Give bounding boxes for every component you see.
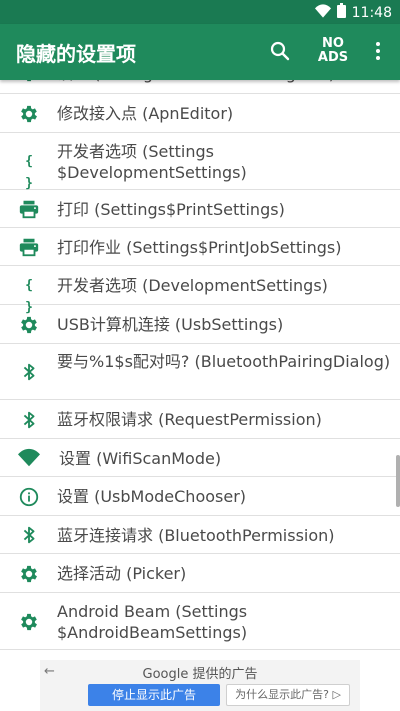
app-bar: 隐藏的设置项 NO ADS — [0, 24, 400, 80]
list-item-label: 修改接入点 (ApnEditor) — [57, 104, 234, 123]
bluetooth-icon — [18, 409, 40, 431]
braces-icon: { } — [25, 278, 33, 315]
list-item[interactable]: 蓝牙权限请求 (RequestPermission) — [0, 400, 400, 439]
status-bar: 11:48 — [0, 0, 400, 24]
list-item[interactable]: 修改接入点 (ApnEditor) — [0, 94, 400, 133]
gear-icon — [18, 611, 40, 633]
list-item[interactable]: 设置 (UsbModeChooser) — [0, 477, 400, 516]
no-ads-line2: ADS — [317, 50, 349, 65]
list-item-label: 设置 (WifiScanMode) — [59, 449, 222, 468]
list-item[interactable]: 设置 (StorageWizardMoveProgress) — [0, 80, 400, 94]
list-item[interactable]: 蓝牙连接请求 (BluetoothPermission) — [0, 516, 400, 554]
list-item-label: 蓝牙连接请求 (BluetoothPermission) — [57, 526, 335, 545]
gear-icon — [18, 314, 40, 336]
list-item-label: 打印作业 (Settings$PrintJobSettings) — [57, 238, 342, 257]
list-item[interactable]: 要与%1$s配对吗? (BluetoothPairingDialog) — [0, 344, 400, 400]
stop-ad-button[interactable]: 停止显示此广告 — [88, 684, 220, 706]
list-item-label: 选择活动 (Picker) — [57, 564, 187, 583]
scrollbar-thumb[interactable] — [396, 455, 400, 507]
list-item[interactable]: 设置 (WifiScanMode) — [0, 439, 400, 477]
no-ads-button[interactable]: NO ADS — [316, 37, 350, 65]
ad-banner: ← Google 提供的广告 停止显示此广告 为什么显示此广告? ▷ — [40, 660, 360, 711]
list-item-label: 蓝牙权限请求 (RequestPermission) — [57, 410, 322, 429]
gear-icon — [18, 563, 40, 585]
printer-icon — [18, 198, 40, 220]
page-title: 隐藏的设置项 — [16, 42, 136, 66]
no-ads-line1: NO — [322, 36, 344, 51]
list-item-label: 设置 (UsbModeChooser) — [57, 487, 247, 506]
gear-icon — [18, 80, 40, 84]
bluetooth-icon — [18, 361, 40, 383]
list-item-label: 设置 (StorageWizardMoveProgress) — [57, 80, 392, 84]
list-item[interactable]: Android Beam (Settings $AndroidBeamSetti… — [0, 593, 400, 650]
info-icon — [18, 486, 40, 508]
list-item-label: Android Beam (Settings $AndroidBeamSetti… — [57, 602, 248, 642]
settings-list[interactable]: 设置 (StorageWizardMoveProgress) 修改接入点 (Apn… — [0, 80, 400, 653]
list-item-label: USB计算机连接 (UsbSettings) — [57, 315, 284, 334]
wifi-icon — [18, 447, 40, 469]
list-item-label: 要与%1$s配对吗? (BluetoothPairingDialog) — [57, 352, 391, 371]
list-item[interactable]: USB计算机连接 (UsbSettings) — [0, 305, 400, 344]
more-options-icon[interactable] — [366, 39, 390, 63]
list-item-label: 打印 (Settings$PrintSettings) — [57, 200, 285, 219]
list-item[interactable]: 打印 (Settings$PrintSettings) — [0, 190, 400, 228]
list-item-label: 开发者选项 (Settings $DevelopmentSettings) — [57, 142, 247, 182]
wifi-status-icon — [314, 3, 331, 22]
ad-choices-icon: ▷ — [332, 688, 341, 701]
battery-icon — [336, 3, 346, 22]
list-item[interactable]: { } 开发者选项 (DevelopmentSettings) — [0, 266, 400, 315]
ad-title: Google 提供的广告 — [142, 667, 258, 682]
braces-icon: { } — [25, 154, 33, 191]
list-item[interactable]: 打印作业 (Settings$PrintJobSettings) — [0, 228, 400, 266]
list-item[interactable]: 选择活动 (Picker) — [0, 554, 400, 593]
list-item[interactable]: { } 开发者选项 (Settings $DevelopmentSettings) — [0, 133, 400, 191]
printer-icon — [18, 236, 40, 258]
why-this-ad-label: 为什么显示此广告? — [235, 688, 329, 701]
list-item-label: 开发者选项 (DevelopmentSettings) — [57, 276, 328, 295]
bluetooth-icon — [18, 524, 40, 546]
why-this-ad-button[interactable]: 为什么显示此广告? ▷ — [226, 684, 350, 706]
status-time: 11:48 — [351, 4, 392, 21]
search-icon[interactable] — [268, 39, 292, 63]
gear-icon — [18, 103, 40, 125]
